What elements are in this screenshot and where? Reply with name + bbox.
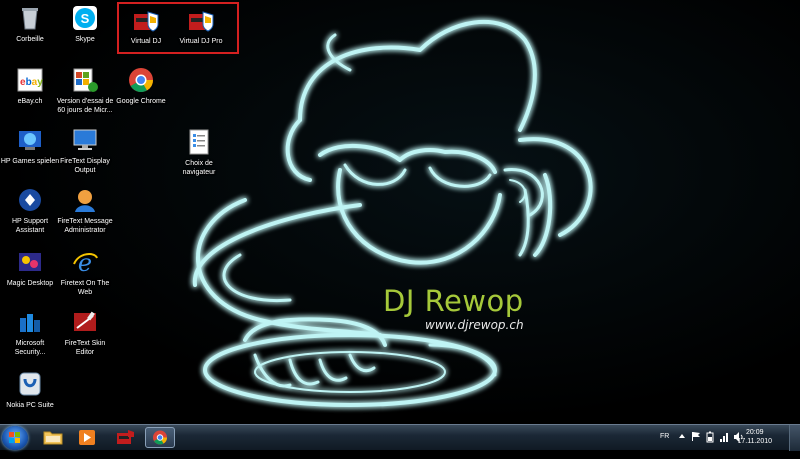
icon-label: HP Games spielen xyxy=(0,158,60,165)
desktop-icon-office-trial[interactable]: Version d'essai de 60 jours de Micr... xyxy=(55,66,115,115)
desktop-icon-nokia-pc-suite[interactable]: Nokia PC Suite xyxy=(0,370,60,410)
virtual-dj-icon xyxy=(132,6,160,34)
icon-label: eBay.ch xyxy=(17,98,43,105)
chevron-up-icon xyxy=(679,434,685,438)
office-trial-icon xyxy=(71,66,99,94)
icon-label: Google Chrome xyxy=(116,98,166,105)
wallpaper-title: DJ Rewop xyxy=(383,284,524,318)
desktop-icon-virtual-dj-pro[interactable]: Virtual DJ Pro xyxy=(171,6,231,46)
system-clock[interactable]: 20:09 17.11.2010 xyxy=(737,428,772,446)
taskbar: FR 20:09 17.11.2010 xyxy=(0,424,800,451)
flag-icon xyxy=(692,432,700,441)
chrome-icon xyxy=(153,430,167,445)
virtual-dj-pro-icon xyxy=(187,6,215,34)
icon-label: HP Support Assistant xyxy=(11,218,49,234)
icon-label: FireText Skin Editor xyxy=(64,340,106,356)
device-status[interactable] xyxy=(705,431,715,457)
battery-icon xyxy=(706,431,714,443)
desktop-icon-skype[interactable]: S Skype xyxy=(55,4,115,44)
action-center-flag[interactable] xyxy=(691,431,701,457)
internet-explorer-icon: e xyxy=(71,248,99,277)
desktop-icon-firetext-display[interactable]: FireText Display Output xyxy=(55,126,115,175)
icon-label: FireText Message Administrator xyxy=(57,218,113,234)
icon-label: Nokia PC Suite xyxy=(6,402,54,409)
svg-text:S: S xyxy=(81,11,90,26)
taskbar-chrome-button[interactable] xyxy=(145,427,175,448)
svg-text:ebay: ebay xyxy=(20,77,43,88)
icon-label: Skype xyxy=(75,36,95,43)
clock-time: 20:09 xyxy=(745,429,764,436)
desktop-icon-firetext-message[interactable]: FireText Message Administrator xyxy=(55,186,115,235)
desktop: DJ Rewop www.djrewop.ch Corbeille ebay e… xyxy=(0,0,800,424)
icon-label: Choix de navigateur xyxy=(182,160,216,176)
hp-games-icon xyxy=(16,126,44,154)
signal-icon xyxy=(720,433,728,442)
taskbar-media-player-button[interactable] xyxy=(72,427,102,448)
skype-icon: S xyxy=(71,4,99,32)
dj-rewop-wallpaper xyxy=(192,19,593,407)
desktop-icon-browser-choice[interactable]: Choix de navigateur xyxy=(169,128,229,177)
show-hidden-icons-button[interactable] xyxy=(678,432,686,458)
network-status[interactable] xyxy=(719,431,729,457)
svg-text:e: e xyxy=(78,249,92,276)
recycle-bin-icon xyxy=(16,4,44,32)
browser-choice-icon xyxy=(185,128,213,156)
hp-support-icon xyxy=(16,186,44,214)
firetext-skin-icon xyxy=(71,308,99,336)
desktop-icon-hp-games[interactable]: HP Games spielen xyxy=(0,126,60,166)
chrome-icon xyxy=(127,66,155,94)
folder-icon xyxy=(43,431,63,445)
windows-logo-icon xyxy=(9,432,20,443)
language-indicator[interactable]: FR xyxy=(660,433,669,459)
desktop-icon-ms-security[interactable]: Microsoft Security... xyxy=(0,308,60,357)
icon-label: Version d'essai de 60 jours de Micr... xyxy=(56,98,114,114)
icon-label: Virtual DJ Pro xyxy=(179,38,223,45)
icon-label: Magic Desktop xyxy=(6,280,54,287)
nokia-pc-suite-icon xyxy=(16,370,44,398)
icon-label: FireText Display Output xyxy=(60,158,110,174)
desktop-icon-firetext-web[interactable]: e Firetext On The Web xyxy=(55,248,115,297)
desktop-icon-chrome[interactable]: Google Chrome xyxy=(111,66,171,106)
icon-label: Firetext On The Web xyxy=(60,280,110,296)
icon-label: Microsoft Security... xyxy=(14,340,46,356)
monitor-icon xyxy=(71,126,99,154)
wallpaper-url: www.djrewop.ch xyxy=(425,318,524,332)
microsoft-security-icon xyxy=(16,308,44,336)
icon-label: Corbeille xyxy=(16,36,44,43)
firetext-message-icon xyxy=(71,186,99,214)
desktop-icon-virtual-dj[interactable]: Virtual DJ xyxy=(116,6,176,46)
taskbar-virtual-dj-button[interactable] xyxy=(110,427,140,448)
desktop-icon-firetext-skin[interactable]: FireText Skin Editor xyxy=(55,308,115,357)
desktop-icon-magic-desktop[interactable]: Magic Desktop xyxy=(0,248,60,288)
icon-label: Virtual DJ xyxy=(130,38,162,45)
virtual-dj-icon xyxy=(117,430,134,444)
media-player-icon xyxy=(79,430,95,445)
ebay-icon: ebay xyxy=(16,66,44,94)
show-desktop-button[interactable] xyxy=(789,425,800,451)
desktop-icon-recycle-bin[interactable]: Corbeille xyxy=(0,4,60,44)
magic-desktop-icon xyxy=(16,248,44,276)
clock-date: 17.11.2010 xyxy=(737,438,772,445)
start-button[interactable] xyxy=(2,426,28,450)
taskbar-explorer-button[interactable] xyxy=(38,427,68,448)
desktop-icon-ebay[interactable]: ebay eBay.ch xyxy=(0,66,60,106)
desktop-icon-hp-support[interactable]: HP Support Assistant xyxy=(0,186,60,235)
